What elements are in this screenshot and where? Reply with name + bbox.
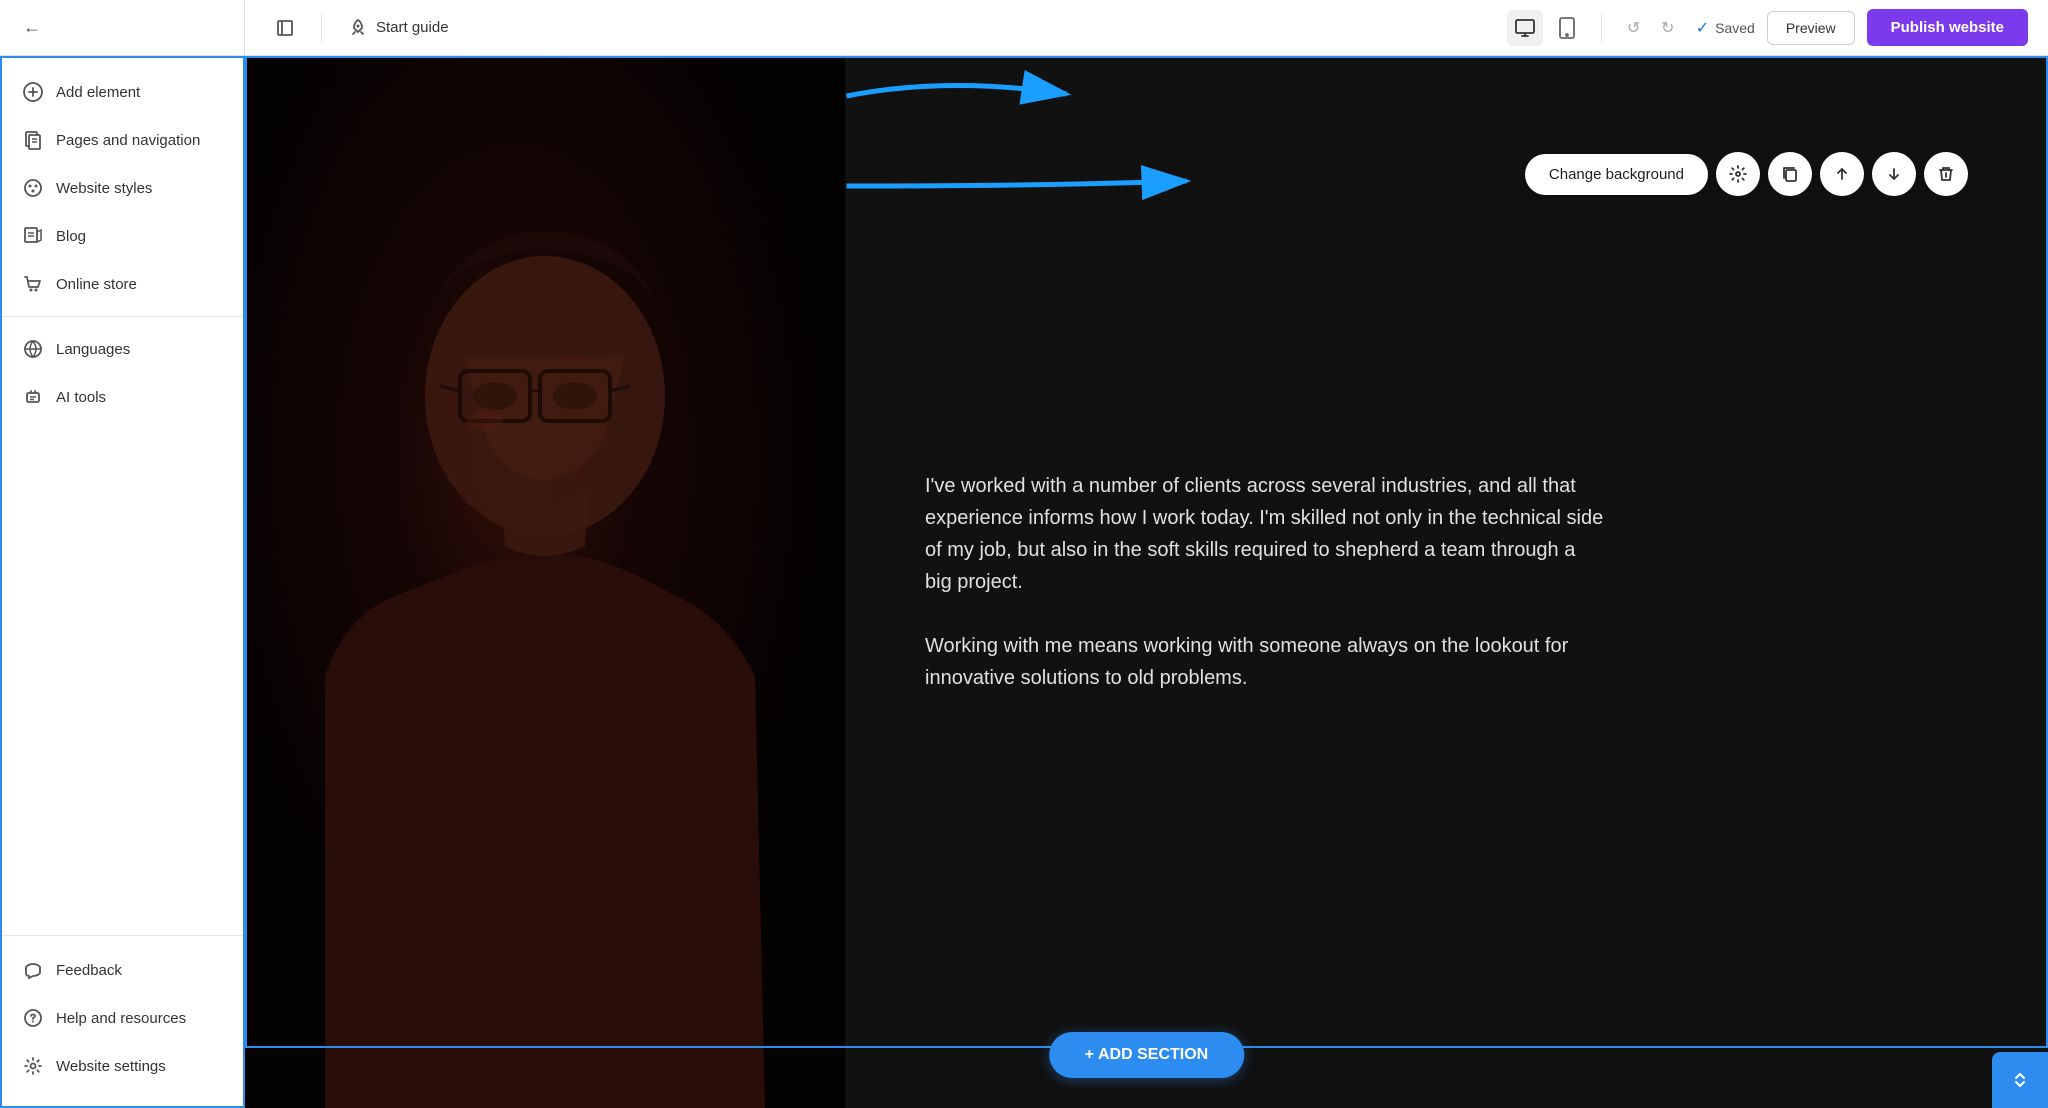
settings-gear-icon — [22, 1055, 44, 1077]
main-area: Add element Pages and navigation — [0, 56, 2048, 1108]
sidebar: Add element Pages and navigation — [0, 56, 245, 1108]
sidebar-item-help-resources[interactable]: Help and resources — [2, 994, 243, 1042]
undo-redo-group: ↺ ↻ — [1618, 12, 1684, 44]
delete-section-button[interactable] — [1924, 152, 1968, 196]
rocket-icon — [348, 18, 368, 38]
saved-check-icon: ✓ — [1696, 18, 1709, 38]
saved-label: Saved — [1715, 20, 1755, 36]
help-icon — [22, 1007, 44, 1029]
device-switcher — [1507, 10, 1585, 46]
copy-icon — [1781, 165, 1799, 183]
desktop-icon — [1514, 17, 1536, 39]
online-store-label: Online store — [56, 276, 137, 293]
pages-icon — [22, 129, 44, 151]
sidebar-item-blog[interactable]: Blog — [2, 212, 243, 260]
portrait-image — [245, 56, 845, 1108]
topbar-divider-1 — [321, 14, 322, 42]
sidebar-nav: Add element Pages and navigation — [2, 58, 243, 935]
trash-icon — [1937, 165, 1955, 183]
saved-badge: ✓ Saved — [1696, 18, 1755, 38]
sidebar-item-ai-tools[interactable]: AI tools — [2, 373, 243, 421]
sidebar-item-languages[interactable]: Languages — [2, 325, 243, 373]
back-button[interactable]: ← — [16, 12, 48, 44]
publish-button[interactable]: Publish website — [1867, 9, 2028, 46]
content-paragraph-1: I've worked with a number of clients acr… — [925, 470, 1605, 598]
paint-palette-icon — [22, 177, 44, 199]
topbar-divider-2 — [1601, 14, 1602, 42]
scroll-handle[interactable] — [1992, 1052, 2048, 1108]
move-down-button[interactable] — [1872, 152, 1916, 196]
sidebar-item-feedback[interactable]: Feedback — [2, 946, 243, 994]
add-element-label: Add element — [56, 84, 140, 101]
sidebar-divider — [2, 316, 243, 317]
help-resources-label: Help and resources — [56, 1010, 186, 1027]
canvas-section: I've worked with a number of clients acr… — [245, 56, 2048, 1108]
sidebar-bottom: Feedback Help and resources — [2, 935, 243, 1106]
sidebar-item-add-element[interactable]: Add element — [2, 68, 243, 116]
plus-circle-icon — [22, 81, 44, 103]
add-section-button[interactable]: + ADD SECTION — [1049, 1032, 1244, 1078]
preview-button[interactable]: Preview — [1767, 11, 1855, 45]
blog-edit-icon — [22, 225, 44, 247]
topbar-center: Start guide — [245, 12, 1487, 44]
mobile-view-button[interactable] — [1549, 10, 1585, 46]
topbar: ← Start guide — [0, 0, 2048, 56]
redo-button[interactable]: ↻ — [1652, 12, 1684, 44]
settings-icon — [1729, 165, 1747, 183]
mobile-icon — [1558, 17, 1576, 39]
feedback-icon — [22, 959, 44, 981]
sidebar-item-website-styles[interactable]: Website styles — [2, 164, 243, 212]
sidebar-item-website-settings[interactable]: Website settings — [2, 1042, 243, 1090]
add-section-bar: + ADD SECTION — [1049, 1032, 1244, 1078]
section-toolbar: Change background — [1525, 152, 1968, 196]
start-guide-button[interactable]: Start guide — [334, 12, 463, 44]
ai-tools-label: AI tools — [56, 389, 106, 406]
page-frame-icon — [275, 18, 295, 38]
scroll-arrows-icon — [2008, 1068, 2032, 1092]
arrow-down-icon — [1885, 165, 1903, 183]
website-settings-label: Website settings — [56, 1058, 166, 1075]
desktop-view-button[interactable] — [1507, 10, 1543, 46]
sidebar-item-online-store[interactable]: Online store — [2, 260, 243, 308]
languages-label: Languages — [56, 341, 130, 358]
feedback-label: Feedback — [56, 962, 122, 979]
undo-button[interactable]: ↺ — [1618, 12, 1650, 44]
ai-tools-icon — [22, 386, 44, 408]
move-up-button[interactable] — [1820, 152, 1864, 196]
sidebar-item-pages-navigation[interactable]: Pages and navigation — [2, 116, 243, 164]
content-text: I've worked with a number of clients acr… — [925, 470, 1605, 694]
content-paragraph-2: Working with me means working with someo… — [925, 630, 1605, 694]
change-background-button[interactable]: Change background — [1525, 154, 1708, 195]
start-guide-label: Start guide — [376, 19, 449, 36]
website-styles-label: Website styles — [56, 180, 152, 197]
copy-section-button[interactable] — [1768, 152, 1812, 196]
topbar-left: ← — [0, 0, 245, 55]
section-settings-button[interactable] — [1716, 152, 1760, 196]
content-area: I've worked with a number of clients acr… — [845, 56, 2048, 1108]
canvas-area[interactable]: I've worked with a number of clients acr… — [245, 56, 2048, 1108]
blog-label: Blog — [56, 228, 86, 245]
languages-icon — [22, 338, 44, 360]
cart-icon — [22, 273, 44, 295]
page-icon-button[interactable] — [261, 12, 309, 44]
pages-navigation-label: Pages and navigation — [56, 132, 200, 149]
arrow-up-icon — [1833, 165, 1851, 183]
topbar-right: ↺ ↻ ✓ Saved Preview Publish website — [1487, 9, 2048, 46]
